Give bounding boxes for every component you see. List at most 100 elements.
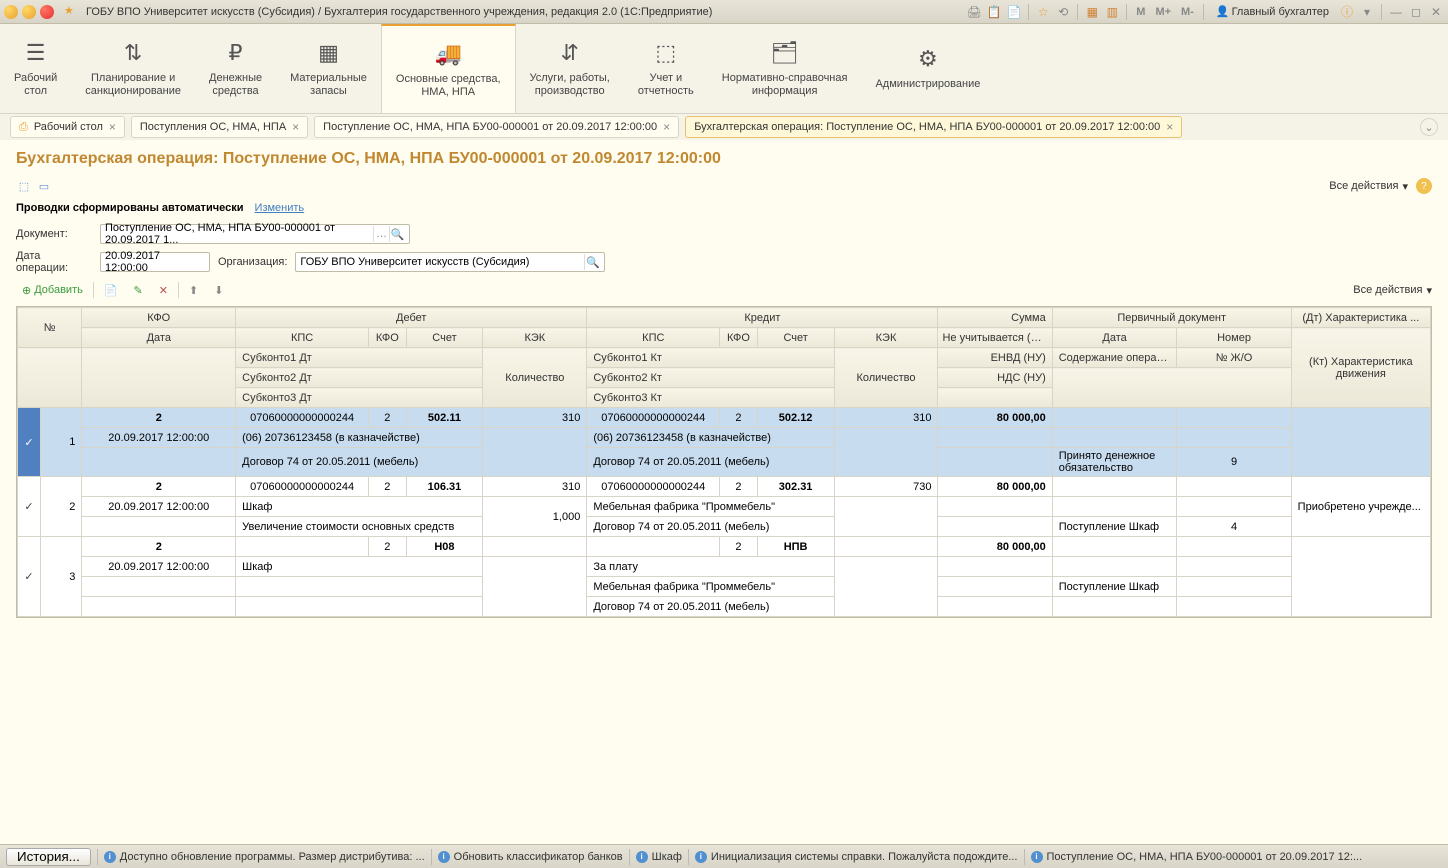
col-dtchar[interactable]: (Дт) Характеристика ... — [1291, 308, 1430, 328]
org-input[interactable]: ГОБУ ВПО Университет искусств (Субсидия)… — [295, 252, 605, 272]
nav-services[interactable]: ⇵Услуги, работы,производство — [516, 24, 624, 113]
add-button[interactable]: ⊕ Добавить — [16, 280, 89, 300]
status-item[interactable]: iШкаф — [636, 851, 682, 863]
col-kfo2[interactable]: КФО — [369, 328, 406, 348]
tab-close-icon[interactable]: × — [292, 120, 299, 134]
row-marker[interactable]: ✓ — [18, 537, 41, 617]
col-kps[interactable]: КПС — [236, 328, 369, 348]
window-button[interactable] — [4, 5, 18, 19]
date-input[interactable]: 20.09.2017 12:00:00 — [100, 252, 210, 272]
table-row[interactable]: Договор 74 от 20.05.2011 (мебель) Догово… — [18, 448, 1431, 477]
table-row[interactable]: Договор 74 от 20.05.2011 (мебель) — [18, 597, 1431, 617]
search-icon[interactable]: 🔍 — [389, 226, 405, 242]
col-date[interactable]: Дата — [82, 328, 236, 348]
status-item[interactable]: iПоступление ОС, НМА, НПА БУ00-000001 от… — [1031, 851, 1363, 863]
tab-desktop[interactable]: ⎙Рабочий стол× — [10, 116, 125, 138]
nav-accounting[interactable]: ⬚Учет иотчетность — [624, 24, 708, 113]
favorite-icon[interactable]: ★ — [64, 4, 80, 20]
status-item[interactable]: iОбновить классификатор банков — [438, 851, 623, 863]
table-row[interactable]: ✓ 2 2 07060000000000244 2 106.31 310 070… — [18, 477, 1431, 497]
col-neuchit[interactable]: Не учитывается (Н... — [938, 328, 1052, 348]
print-icon[interactable]: 🖨 — [966, 4, 982, 20]
col-kfo2[interactable]: КФО — [720, 328, 757, 348]
status-item[interactable]: iИнициализация системы справки. Пожалуйс… — [695, 851, 1018, 863]
m-plus-button[interactable]: M+ — [1152, 6, 1174, 18]
nav-materials[interactable]: ▦Материальныезапасы — [276, 24, 381, 113]
all-actions-button-2[interactable]: Все действия ▾ — [1353, 284, 1432, 297]
user-label[interactable]: 👤Главный бухгалтер — [1210, 5, 1335, 18]
maximize-icon[interactable]: ◻ — [1408, 4, 1424, 20]
m-button[interactable]: M — [1133, 6, 1148, 18]
col-nds[interactable]: НДС (НУ) — [938, 368, 1052, 388]
table-row[interactable]: Увеличение стоимости основных средств До… — [18, 517, 1431, 537]
table-row[interactable]: 20.09.2017 12:00:00 Шкаф 1,000 Мебельная… — [18, 497, 1431, 517]
delete-icon[interactable]: ✕ — [153, 280, 174, 300]
tab-accounting-op[interactable]: Бухгалтерская операция: Поступление ОС, … — [685, 116, 1182, 138]
col-sub2dt[interactable]: Субконто2 Дт — [236, 368, 483, 388]
col-nomer[interactable]: Номер — [1177, 328, 1291, 348]
nav-reference[interactable]: 🗂Нормативно-справочнаяинформация — [708, 24, 862, 113]
help-icon[interactable]: ? — [1416, 178, 1432, 194]
up-icon[interactable]: ⬆ — [183, 280, 204, 300]
doc-icon[interactable]: 📄 — [1006, 4, 1022, 20]
row-marker[interactable]: ✓ — [18, 477, 41, 537]
col-kek[interactable]: КЭК — [834, 328, 938, 348]
tab-receipt-doc[interactable]: Поступление ОС, НМА, НПА БУ00-000001 от … — [314, 116, 679, 138]
calc-icon[interactable]: ▦ — [1084, 4, 1100, 20]
close-icon[interactable]: ✕ — [1428, 4, 1444, 20]
calendar-icon[interactable]: ▥ — [1104, 4, 1120, 20]
col-sum[interactable]: Сумма — [938, 308, 1052, 328]
table-row[interactable]: Мебельная фабрика "Проммебель" Поступлен… — [18, 577, 1431, 597]
change-link[interactable]: Изменить — [255, 202, 305, 214]
nav-money[interactable]: ₽Денежныесредства — [195, 24, 276, 113]
nav-fixed-assets[interactable]: 🚚Основные средства,НМА, НПА — [381, 24, 516, 113]
down-icon[interactable]: ⬇ — [208, 280, 229, 300]
col-qty[interactable]: Количество — [834, 348, 938, 408]
history-icon[interactable]: ⟲ — [1055, 4, 1071, 20]
col-schet[interactable]: Счет — [757, 328, 834, 348]
col-ktchar[interactable]: (Кт) Характеристика движения — [1291, 328, 1430, 408]
table-row[interactable]: ✓ 3 2 2 Н08 2 НПВ 80 000,00 — [18, 537, 1431, 557]
col-kek[interactable]: КЭК — [483, 328, 587, 348]
col-sub2kt[interactable]: Субконто2 Кт — [587, 368, 834, 388]
star-outline-icon[interactable]: ☆ — [1035, 4, 1051, 20]
table-row[interactable]: ✓ 1 2 07060000000000244 2 502.11 310 070… — [18, 408, 1431, 428]
col-data2[interactable]: Дата — [1052, 328, 1177, 348]
col-primdoc[interactable]: Первичный документ — [1052, 308, 1291, 328]
clipboard-icon[interactable]: 📋 — [986, 4, 1002, 20]
col-debet[interactable]: Дебет — [236, 308, 587, 328]
m-minus-button[interactable]: M- — [1178, 6, 1197, 18]
edit-icon[interactable]: ✎ — [128, 280, 149, 300]
ellipsis-icon[interactable]: … — [373, 226, 389, 242]
window-button[interactable] — [40, 5, 54, 19]
nav-desktop[interactable]: ☰Рабочийстол — [0, 24, 71, 113]
col-kps[interactable]: КПС — [587, 328, 720, 348]
tab-receipts[interactable]: Поступления ОС, НМА, НПА× — [131, 116, 308, 138]
status-item[interactable]: iДоступно обновление программы. Размер д… — [104, 851, 425, 863]
minimize-icon[interactable]: — — [1388, 4, 1404, 20]
tool-icon-1[interactable]: ⬚ — [16, 178, 32, 194]
col-kfo[interactable]: КФО — [82, 308, 236, 328]
col-envd[interactable]: ЕНВД (НУ) — [938, 348, 1052, 368]
col-sub1dt[interactable]: Субконто1 Дт — [236, 348, 483, 368]
nav-admin[interactable]: ⚙Администрирование — [861, 24, 994, 113]
doc-input[interactable]: Поступление ОС, НМА, НПА БУ00-000001 от … — [100, 224, 410, 244]
nav-planning[interactable]: ⇅Планирование исанкционирование — [71, 24, 195, 113]
window-button[interactable] — [22, 5, 36, 19]
info-icon[interactable]: ⓘ — [1339, 4, 1355, 20]
tool-icon-2[interactable]: ▭ — [36, 178, 52, 194]
col-kredit[interactable]: Кредит — [587, 308, 938, 328]
col-sub1kt[interactable]: Субконто1 Кт — [587, 348, 834, 368]
col-sub3kt[interactable]: Субконто3 Кт — [587, 388, 834, 408]
col-qty[interactable]: Количество — [483, 348, 587, 408]
table-row[interactable]: 20.09.2017 12:00:00 (06) 20736123458 (в … — [18, 428, 1431, 448]
row-marker[interactable]: ✓ — [18, 408, 41, 477]
col-sub3dt[interactable]: Субконто3 Дт — [236, 388, 483, 408]
table-row[interactable]: 20.09.2017 12:00:00 Шкаф За плату — [18, 557, 1431, 577]
history-button[interactable]: История... — [6, 848, 91, 866]
all-actions-button[interactable]: Все действия ▾ — [1329, 180, 1408, 193]
col-numzho[interactable]: № Ж/О — [1177, 348, 1291, 368]
tab-close-icon[interactable]: × — [109, 120, 116, 134]
col-num[interactable]: № — [18, 308, 82, 348]
dropdown-icon[interactable]: ▾ — [1359, 4, 1375, 20]
